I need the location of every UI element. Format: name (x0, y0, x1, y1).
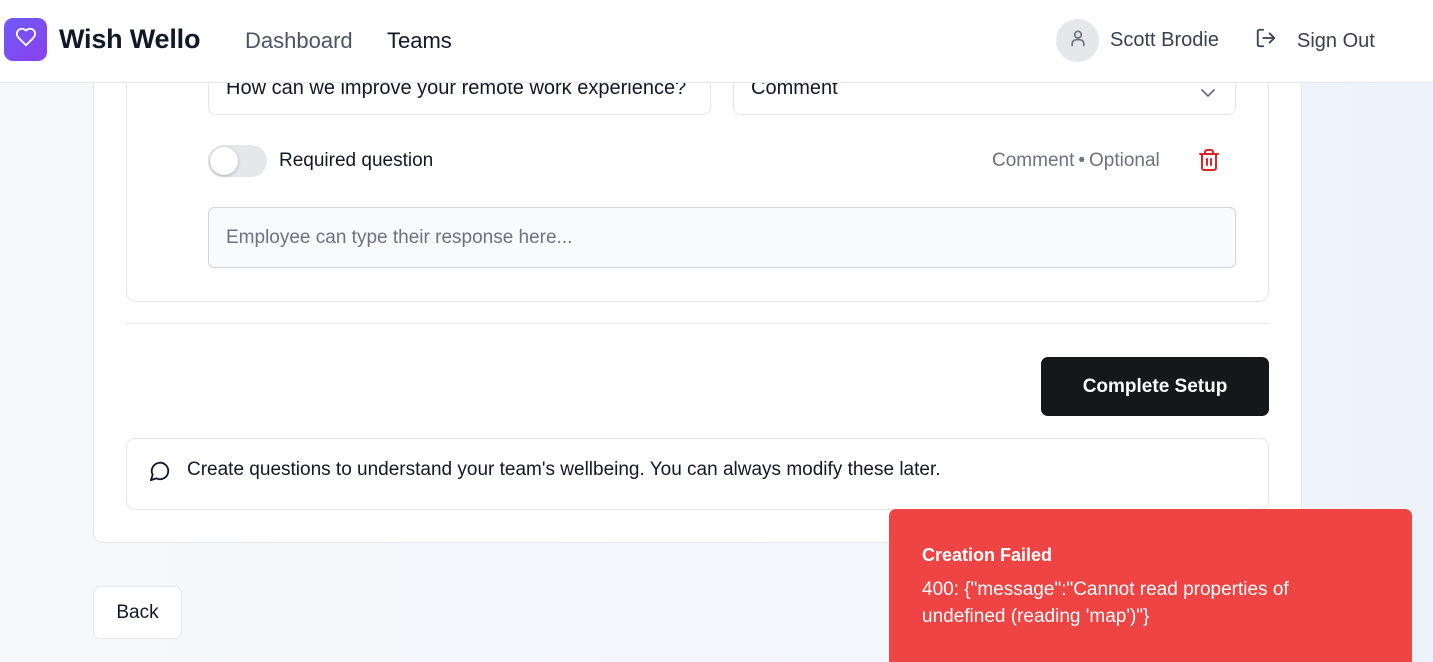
trash-icon[interactable] (1197, 148, 1221, 172)
meta-separator: • (1078, 150, 1086, 171)
back-button[interactable]: Back (93, 586, 182, 639)
chevron-down-icon (1200, 81, 1216, 104)
divider (125, 323, 1270, 324)
response-preview-field: Employee can type their response here... (208, 207, 1236, 268)
user-name[interactable]: Scott Brodie (1110, 29, 1219, 52)
toast-message: 400: {"message":"Cannot read properties … (922, 579, 1289, 627)
message-circle-icon (149, 460, 171, 487)
sign-out-label: Sign Out (1297, 29, 1375, 52)
nav-dashboard[interactable]: Dashboard (245, 28, 353, 54)
heart-icon (15, 26, 37, 53)
log-out-icon (1255, 27, 1277, 55)
complete-setup-button[interactable]: Complete Setup (1041, 357, 1269, 416)
required-question-label: Required question (279, 150, 434, 171)
required-toggle[interactable] (208, 145, 267, 177)
nav-teams[interactable]: Teams (387, 28, 452, 54)
user-icon (1068, 28, 1088, 53)
sign-out-button[interactable]: Sign Out (1255, 26, 1375, 56)
question-meta: Comment • Optional (992, 150, 1160, 172)
top-header: Wish Wello Dashboard Teams Scott Brodie … (0, 0, 1433, 83)
app-logo[interactable] (4, 18, 47, 61)
meta-type: Comment (992, 150, 1075, 171)
info-text: Create questions to understand your team… (187, 459, 941, 480)
app-name[interactable]: Wish Wello (59, 24, 200, 55)
toggle-knob (210, 147, 238, 175)
error-toast[interactable]: Creation Failed 400: {"message":"Cannot … (889, 509, 1412, 662)
meta-status: Optional (1089, 150, 1160, 171)
toast-title: Creation Failed (922, 545, 1053, 565)
avatar[interactable] (1056, 19, 1099, 62)
